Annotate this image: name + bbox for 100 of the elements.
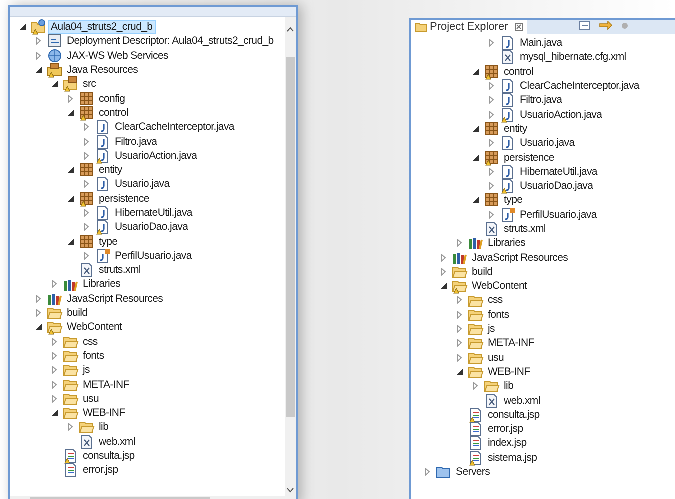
collapsed-arrow-icon[interactable] xyxy=(68,94,73,103)
tree-item[interactable]: Servers xyxy=(453,465,494,480)
collapsed-arrow-icon[interactable] xyxy=(489,210,494,219)
tree-item[interactable]: control xyxy=(501,64,536,79)
collapsed-arrow-icon[interactable] xyxy=(441,268,446,276)
tree-item[interactable]: lib xyxy=(501,379,517,394)
tree-item[interactable]: error.jsp xyxy=(485,422,526,436)
expanded-arrow-icon[interactable] xyxy=(68,110,74,116)
collapsed-arrow-icon[interactable] xyxy=(36,294,41,303)
collapsed-arrow-icon[interactable] xyxy=(489,82,494,90)
tree-item[interactable]: WEB-INF xyxy=(80,406,128,420)
tree-item[interactable]: Usuario.java xyxy=(517,136,578,150)
collapsed-arrow-icon[interactable] xyxy=(457,310,462,319)
tree-item[interactable]: web.xml xyxy=(501,394,544,408)
tree-item[interactable]: HibernateUtil.java xyxy=(517,164,600,179)
expanded-arrow-icon[interactable] xyxy=(473,68,479,75)
collapsed-arrow-icon[interactable] xyxy=(473,382,478,390)
tree-item[interactable]: sistema.jsp xyxy=(485,450,540,465)
tree-item[interactable]: struts.xml xyxy=(501,222,549,236)
tree-item[interactable]: usu xyxy=(485,350,508,365)
collapsed-arrow-icon[interactable] xyxy=(441,254,446,262)
tree-item[interactable]: Main.java xyxy=(517,36,566,50)
tree-item[interactable]: META-INF xyxy=(485,336,538,350)
tree-item[interactable]: fonts xyxy=(80,348,108,363)
tree-item[interactable]: JavaScript Resources xyxy=(469,250,572,265)
expanded-arrow-icon[interactable] xyxy=(457,368,463,375)
tree-item[interactable]: css xyxy=(80,334,101,349)
collapsed-arrow-icon[interactable] xyxy=(489,168,494,176)
collapsed-arrow-icon[interactable] xyxy=(489,139,494,148)
tree-item[interactable]: type xyxy=(501,193,526,208)
link-arrows-icon[interactable] xyxy=(599,21,613,31)
expanded-arrow-icon[interactable] xyxy=(473,154,479,161)
collapsed-arrow-icon[interactable] xyxy=(489,39,494,48)
collapsed-arrow-icon[interactable] xyxy=(84,252,89,260)
tree-item[interactable]: index.jsp xyxy=(485,436,530,450)
tree-item[interactable]: META-INF xyxy=(80,378,132,392)
close-icon[interactable] xyxy=(515,23,524,31)
tree-item[interactable]: JAX-WS Web Services xyxy=(64,48,172,63)
tree-item[interactable]: Filtro.java xyxy=(517,93,566,108)
tree-item[interactable]: UsuarioAction.java xyxy=(517,108,606,122)
collapsed-arrow-icon[interactable] xyxy=(36,309,41,318)
collapsed-arrow-icon[interactable] xyxy=(52,394,57,403)
collapsed-arrow-icon[interactable] xyxy=(489,110,494,119)
view-menu-icon[interactable] xyxy=(621,22,629,30)
tree-item[interactable]: Java Resources xyxy=(64,63,142,78)
collapse-all-icon[interactable] xyxy=(579,21,591,31)
tree-item[interactable]: WebContent xyxy=(469,279,530,294)
expanded-arrow-icon[interactable] xyxy=(68,196,74,202)
collapsed-arrow-icon[interactable] xyxy=(489,96,494,104)
expanded-arrow-icon[interactable] xyxy=(68,167,74,174)
tree-item[interactable]: ClearCacheInterceptor.java xyxy=(517,79,642,94)
tree-item[interactable]: web.xml xyxy=(96,434,138,449)
tree-item[interactable]: control xyxy=(96,106,132,120)
tree-item[interactable]: css xyxy=(485,293,506,308)
expanded-arrow-icon[interactable] xyxy=(36,324,42,330)
tree-item[interactable]: usu xyxy=(80,392,102,406)
collapsed-arrow-icon[interactable] xyxy=(84,209,89,217)
view-tab[interactable]: Project Explorer xyxy=(411,20,528,34)
tree-item[interactable]: js xyxy=(485,322,498,336)
tree-item[interactable]: struts.xml xyxy=(96,263,144,278)
collapsed-arrow-icon[interactable] xyxy=(457,325,462,334)
collapsed-arrow-icon[interactable] xyxy=(36,37,41,46)
tree-item[interactable]: Usuario.java xyxy=(112,177,173,192)
tree-item[interactable]: fonts xyxy=(485,308,512,322)
vertical-scrollbar[interactable] xyxy=(285,17,296,496)
collapsed-arrow-icon[interactable] xyxy=(52,380,57,389)
collapsed-arrow-icon[interactable] xyxy=(84,123,89,132)
tree-item[interactable]: JavaScript Resources xyxy=(64,292,166,306)
tree-item[interactable]: mysql_hibernate.cfg.xml xyxy=(517,50,630,64)
tree-item[interactable]: Libraries xyxy=(485,236,529,250)
scroll-up-icon[interactable] xyxy=(287,27,294,32)
tree-item[interactable]: build xyxy=(64,306,91,320)
tree-item[interactable]: js xyxy=(80,363,93,378)
expanded-arrow-icon[interactable] xyxy=(52,81,58,88)
expanded-arrow-icon[interactable] xyxy=(20,24,26,30)
tree-item[interactable]: PerfilUsuario.java xyxy=(517,208,600,222)
collapsed-arrow-icon[interactable] xyxy=(457,239,462,248)
collapsed-arrow-icon[interactable] xyxy=(52,352,57,360)
tree-item[interactable]: entity xyxy=(501,122,530,136)
tree-item[interactable]: error.jsp xyxy=(80,463,122,478)
tree-item[interactable]: build xyxy=(469,264,496,279)
tree-item[interactable]: persistence xyxy=(96,192,152,206)
expanded-arrow-icon[interactable] xyxy=(36,67,42,74)
collapsed-arrow-icon[interactable] xyxy=(457,339,462,348)
collapsed-arrow-icon[interactable] xyxy=(52,366,57,374)
tree-item[interactable]: persistence xyxy=(501,150,558,165)
expanded-arrow-icon[interactable] xyxy=(473,197,479,204)
collapsed-arrow-icon[interactable] xyxy=(84,152,89,160)
collapsed-arrow-icon[interactable] xyxy=(457,354,462,362)
collapsed-arrow-icon[interactable] xyxy=(36,52,41,60)
expanded-arrow-icon[interactable] xyxy=(52,410,58,416)
tree-item[interactable]: Libraries xyxy=(80,277,124,292)
tree-item[interactable]: WEB-INF xyxy=(485,364,534,379)
tree-item[interactable]: UsuarioDao.java xyxy=(112,220,192,234)
collapsed-arrow-icon[interactable] xyxy=(489,182,494,190)
tree-item[interactable]: Deployment Descriptor: Aula04_struts2_crud_b xyxy=(64,34,277,48)
tree-item[interactable]: ClearCacheInterceptor.java xyxy=(112,120,238,134)
collapsed-arrow-icon[interactable] xyxy=(84,138,89,146)
scroll-down-icon[interactable] xyxy=(287,488,294,493)
tree-item[interactable]: entity xyxy=(96,163,126,178)
